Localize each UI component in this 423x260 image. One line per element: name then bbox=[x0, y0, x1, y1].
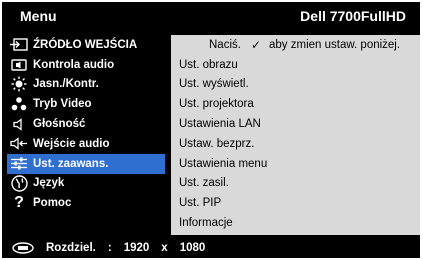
globe-icon bbox=[10, 175, 28, 192]
advanced-settings-icon bbox=[10, 157, 28, 171]
menu-item-volume[interactable]: Głośność bbox=[7, 114, 165, 134]
menu-title: Menu bbox=[20, 8, 57, 24]
menu-item-brightness[interactable]: Jasn./Kontr. bbox=[7, 75, 165, 95]
help-icon: ? bbox=[14, 194, 24, 212]
submenu-item-pip-settings[interactable]: Ust. PIP bbox=[171, 193, 420, 213]
audio-input-icon bbox=[10, 137, 28, 151]
submenu-item-power-settings[interactable]: Ust. zasil. bbox=[171, 174, 420, 194]
projector-model: Dell 7700FullHD bbox=[300, 8, 406, 24]
menu-header: Menu Dell 7700FullHD bbox=[2, 2, 420, 30]
resolution-width: 1920 bbox=[123, 242, 150, 254]
resolution-label: Rozdziel. bbox=[46, 242, 96, 254]
menu-item-help[interactable]: ? Pomoc bbox=[7, 193, 165, 213]
brightness-icon bbox=[10, 76, 28, 92]
resolution-icon bbox=[12, 242, 34, 254]
resolution-times: x bbox=[161, 242, 168, 254]
submenu-item-image-settings[interactable]: Ust. obrazu bbox=[171, 55, 420, 75]
menu-item-advanced-settings[interactable]: Ust. zaawans. bbox=[7, 153, 165, 174]
menu-item-video-mode[interactable]: Tryb Video bbox=[7, 94, 165, 114]
input-source-icon bbox=[10, 38, 28, 52]
menu-item-input-source[interactable]: ŹRÓDŁO WEJŚCIA bbox=[7, 35, 165, 55]
submenu-item-lan-settings[interactable]: Ustawienia LAN bbox=[171, 114, 420, 134]
checkmark-icon: ✓ bbox=[250, 37, 262, 52]
submenu-item-projector-settings[interactable]: Ust. projektora bbox=[171, 94, 420, 114]
submenu-panel: Naciś. ✓ aby zmien ustaw. poniżej. Ust. … bbox=[171, 35, 420, 235]
video-mode-icon bbox=[10, 97, 28, 111]
speaker-icon bbox=[10, 117, 28, 131]
status-bar: Rozdziel. : 1920 x 1080 bbox=[2, 238, 420, 258]
audio-control-icon bbox=[10, 58, 28, 72]
osd-menu: Menu Dell 7700FullHD ŹRÓDŁO WEJŚCIA Kont… bbox=[2, 2, 420, 258]
submenu-item-display-settings[interactable]: Ust. wyświetl. bbox=[171, 75, 420, 95]
resolution-separator: : bbox=[107, 242, 112, 254]
menu-item-audio-control[interactable]: Kontrola audio bbox=[7, 55, 165, 75]
main-menu-list: ŹRÓDŁO WEJŚCIA Kontrola audio Jasn./Kont… bbox=[7, 35, 165, 235]
submenu-item-information[interactable]: Informacje bbox=[171, 213, 420, 233]
submenu-item-wireless-settings[interactable]: Ustaw. bezprz. bbox=[171, 134, 420, 154]
resolution-height: 1080 bbox=[179, 242, 206, 254]
menu-item-language[interactable]: Język bbox=[7, 174, 165, 194]
submenu-hint: Naciś. ✓ aby zmien ustaw. poniżej. bbox=[209, 37, 401, 52]
submenu-item-menu-settings[interactable]: Ustawienia menu bbox=[171, 154, 420, 174]
menu-item-audio-input[interactable]: Wejście audio bbox=[7, 134, 165, 154]
